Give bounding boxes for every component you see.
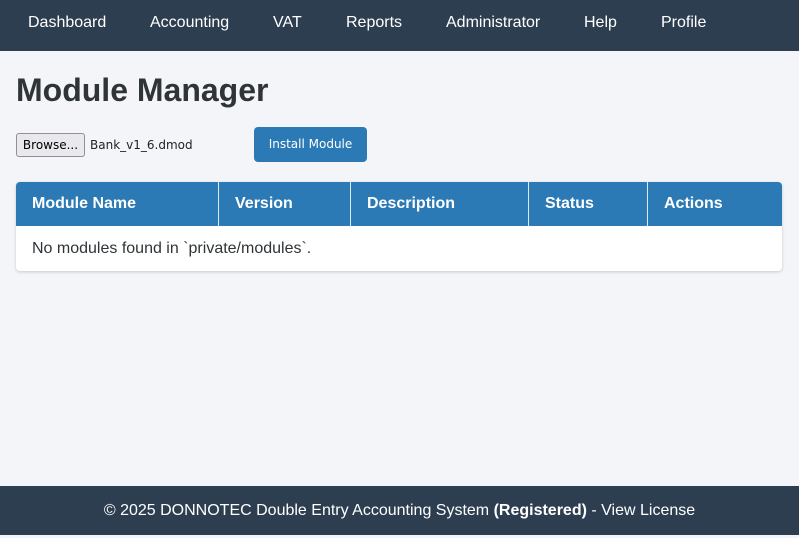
modules-table: Module Name Version Description Status A… [16, 182, 782, 271]
nav-administrator[interactable]: Administrator [446, 14, 540, 32]
nav-dashboard[interactable]: Dashboard [28, 14, 106, 32]
install-module-button[interactable]: Install Module [254, 127, 367, 162]
browse-file-button[interactable]: Browse... [16, 133, 85, 157]
view-license-link[interactable]: View License [601, 502, 695, 519]
top-navigation: Dashboard Accounting VAT Reports Adminis… [0, 0, 799, 51]
column-header-version: Version [219, 182, 351, 226]
table-header: Module Name Version Description Status A… [16, 182, 782, 226]
column-header-actions: Actions [664, 195, 723, 212]
column-header-status: Status [529, 182, 648, 226]
column-header-module-name: Module Name [16, 182, 219, 226]
selected-file-name: Bank_v1_6.dmod [90, 138, 193, 152]
nav-reports[interactable]: Reports [346, 14, 402, 32]
footer: © 2025 DONNOTEC Double Entry Accounting … [0, 486, 799, 535]
column-header-description: Description [351, 182, 529, 226]
empty-table-message: No modules found in `private/modules`. [32, 240, 312, 257]
registered-badge: (Registered) [493, 502, 587, 519]
footer-copyright: © 2025 DONNOTEC Double Entry Accounting … [103, 502, 490, 519]
nav-help[interactable]: Help [584, 14, 617, 32]
nav-vat[interactable]: VAT [273, 14, 302, 32]
nav-accounting[interactable]: Accounting [150, 14, 229, 32]
nav-profile[interactable]: Profile [661, 14, 706, 32]
footer-separator: - [591, 502, 597, 519]
page-title: Module Manager [16, 72, 269, 108]
